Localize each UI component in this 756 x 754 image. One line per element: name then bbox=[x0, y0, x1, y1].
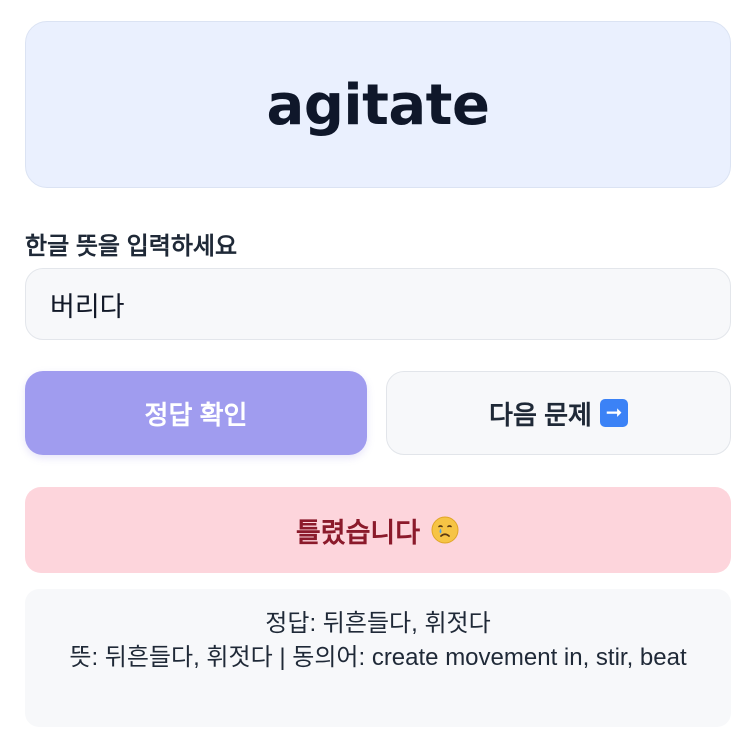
check-answer-label: 정답 확인 bbox=[144, 399, 248, 430]
next-question-label: 다음 문제 bbox=[489, 399, 592, 430]
crying-face-icon bbox=[431, 516, 459, 544]
check-answer-button[interactable]: 정답 확인 bbox=[25, 371, 367, 455]
next-question-button[interactable]: 다음 문제 ➞ bbox=[386, 371, 731, 455]
right-arrow-icon: ➞ bbox=[599, 399, 628, 427]
correct-answer-line: 정답: 뒤흔들다, 휘젓다 bbox=[265, 610, 491, 637]
answer-detail-box: 정답: 뒤흔들다, 휘젓다 뜻: 뒤흔들다, 휘젓다 | 동의어: create… bbox=[25, 589, 731, 727]
word-card: agitate bbox=[25, 21, 731, 188]
quiz-word: agitate bbox=[266, 73, 490, 138]
answer-label: 한글 뜻을 입력하세요 bbox=[25, 233, 238, 260]
result-message: 틀렸습니다 bbox=[295, 517, 421, 548]
result-banner: 틀렸습니다 bbox=[25, 487, 731, 573]
answer-input[interactable] bbox=[25, 268, 731, 340]
meaning-synonym-line: 뜻: 뒤흔들다, 휘젓다 | 동의어: create movement in, … bbox=[69, 644, 687, 671]
